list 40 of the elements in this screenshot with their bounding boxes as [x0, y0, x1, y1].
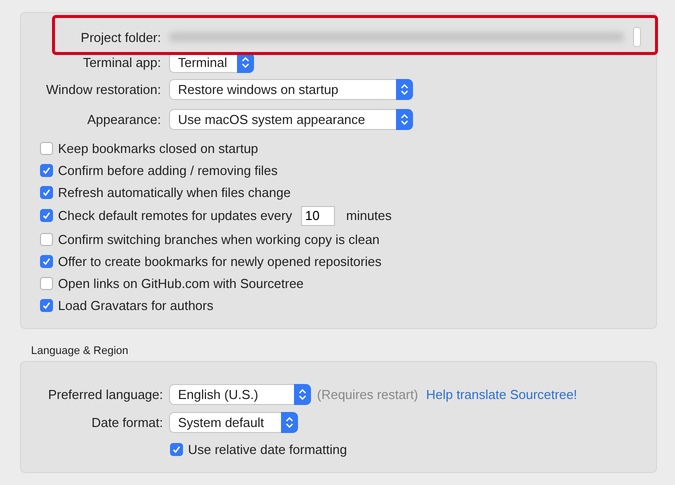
checkbox[interactable]	[40, 298, 53, 312]
project-folder-field[interactable]	[169, 26, 641, 48]
option-label: Open links on GitHub.com with Sourcetree	[58, 276, 304, 290]
field-label: Date format:	[90, 415, 163, 430]
field-label: Preferred language:	[47, 387, 163, 402]
section-title: Language & Region	[31, 345, 130, 357]
checkbox[interactable]	[40, 254, 53, 268]
field-label: Window restoration:	[45, 82, 161, 96]
checkbox[interactable]	[40, 164, 53, 176]
field-label: Appearance:	[86, 112, 161, 126]
popup-button[interactable]: Restore windows on startup	[169, 78, 413, 100]
restart-note: (Requires restart)	[317, 387, 418, 402]
checkbox[interactable]	[40, 276, 53, 290]
checkbox[interactable]	[40, 186, 53, 198]
option-label: Use relative date formatting	[188, 442, 347, 456]
popup-button[interactable]: Use macOS system appearance	[169, 108, 413, 130]
option-label: Load Gravatars for authors	[58, 298, 214, 312]
option-label: Confirm switching branches when working copy is clean	[58, 232, 380, 246]
option-label: Refresh automatically when files change	[58, 184, 291, 200]
unit-label: minutes	[346, 208, 392, 223]
checkbox[interactable]	[40, 232, 53, 246]
stepper-icon	[400, 82, 409, 96]
interval-field[interactable]: 10	[301, 206, 336, 226]
checkbox[interactable]	[40, 209, 53, 222]
field-label: Terminal app:	[82, 54, 161, 70]
option-label: Keep bookmarks closed on startup	[58, 140, 258, 156]
translate-link[interactable]: Help translate Sourcetree!	[426, 387, 578, 402]
option-label: Offer to create bookmarks for newly opened repositories	[58, 254, 382, 268]
stepper-icon	[298, 388, 307, 401]
scroll-handle[interactable]	[633, 27, 641, 47]
option-label: Confirm before adding / removing files	[58, 162, 278, 178]
checkbox[interactable]	[40, 142, 53, 154]
field-label: Project folder:	[80, 30, 161, 44]
popup-button[interactable]: English (U.S.)	[169, 384, 311, 405]
popup-button[interactable]: System default	[169, 412, 298, 433]
stepper-icon	[241, 56, 250, 68]
checkbox[interactable]	[170, 442, 183, 456]
stepper-icon	[400, 112, 409, 126]
option-label: Check default remotes for updates every	[58, 208, 292, 223]
stepper-icon	[285, 416, 294, 429]
